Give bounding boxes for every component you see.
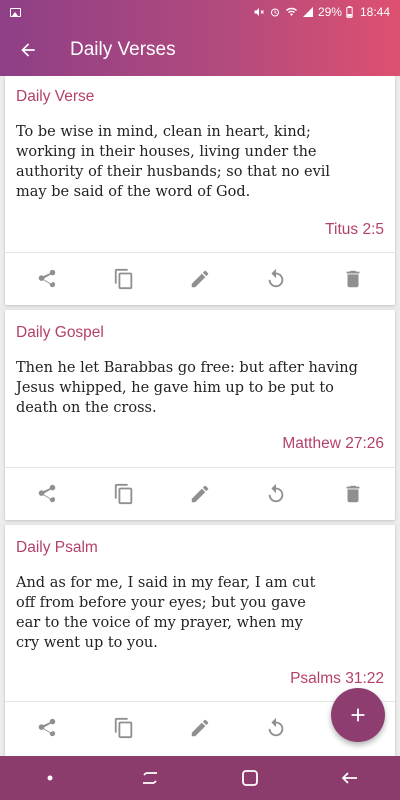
share-icon bbox=[38, 269, 56, 288]
app-bar: Daily Verses bbox=[0, 24, 400, 76]
delete-button[interactable] bbox=[333, 474, 373, 514]
home-icon bbox=[242, 770, 258, 786]
verse-line: To be wise in mind, clean in heart, kind… bbox=[16, 124, 311, 140]
verse-line: death on the cross. bbox=[16, 400, 157, 416]
verse-line: off from before your eyes; but you gave bbox=[16, 595, 306, 611]
recent-apps-icon bbox=[143, 772, 157, 784]
status-bar: 29% 18:44 bbox=[0, 0, 400, 24]
verse-line: authority of their husbands; so that no … bbox=[16, 164, 331, 180]
copy-icon bbox=[114, 268, 132, 290]
verse-reference: Psalms 31:22 bbox=[290, 670, 384, 687]
verse-line: Then he let Barabbas go free: but after … bbox=[16, 360, 358, 376]
signal-icon bbox=[302, 7, 313, 17]
wifi-icon bbox=[285, 7, 297, 16]
share-button[interactable] bbox=[27, 474, 67, 514]
verse-text: And as for me, I said in my fear, I am c… bbox=[16, 573, 376, 653]
card-title: Daily Verse bbox=[16, 88, 95, 105]
nav-dot-button[interactable] bbox=[20, 756, 80, 800]
delete-icon bbox=[346, 270, 360, 288]
card-title: Daily Psalm bbox=[16, 539, 98, 556]
share-icon bbox=[38, 484, 56, 503]
card-actions bbox=[5, 468, 395, 520]
alarm-icon bbox=[270, 8, 279, 17]
edit-icon bbox=[191, 270, 209, 288]
plus-icon bbox=[351, 708, 365, 722]
mute-icon bbox=[254, 8, 264, 16]
verse-line: may be said of the word of God. bbox=[16, 184, 251, 200]
image-notification-icon bbox=[10, 7, 21, 17]
refresh-button[interactable] bbox=[256, 708, 296, 748]
daily-verse-card: Daily Verse To be wise in mind, clean in… bbox=[5, 76, 395, 305]
delete-icon bbox=[346, 485, 360, 503]
refresh-icon bbox=[269, 483, 284, 503]
verse-text: Then he let Barabbas go free: but after … bbox=[16, 358, 376, 418]
page-title: Daily Verses bbox=[70, 39, 176, 60]
daily-gospel-card: Daily Gospel Then he let Barabbas go fre… bbox=[5, 310, 395, 520]
copy-icon bbox=[114, 717, 132, 739]
share-button[interactable] bbox=[27, 259, 67, 299]
clock: 18:44 bbox=[359, 5, 390, 19]
refresh-icon bbox=[269, 268, 284, 288]
verse-list[interactable]: Daily Verse To be wise in mind, clean in… bbox=[0, 76, 400, 756]
share-button[interactable] bbox=[27, 708, 67, 748]
battery-icon bbox=[346, 6, 353, 18]
delete-button[interactable] bbox=[333, 259, 373, 299]
copy-button[interactable] bbox=[104, 259, 144, 299]
verse-line: And as for me, I said in my fear, I am c… bbox=[16, 575, 316, 591]
system-nav-bar bbox=[0, 756, 400, 800]
verse-line: Jesus whipped, he gave him up to be put … bbox=[16, 380, 334, 396]
dot-icon bbox=[47, 775, 53, 781]
copy-button[interactable] bbox=[104, 474, 144, 514]
copy-button[interactable] bbox=[104, 708, 144, 748]
refresh-button[interactable] bbox=[256, 474, 296, 514]
add-fab-button[interactable] bbox=[331, 688, 385, 742]
edit-icon bbox=[191, 485, 209, 503]
refresh-icon bbox=[269, 717, 284, 737]
verse-line: cry went up to you. bbox=[16, 635, 158, 651]
edit-icon bbox=[191, 719, 209, 737]
card-title: Daily Gospel bbox=[16, 324, 104, 341]
back-icon bbox=[341, 772, 357, 784]
verse-reference: Titus 2:5 bbox=[325, 221, 384, 238]
system-back-button[interactable] bbox=[320, 756, 380, 800]
verse-line: ear to the voice of my prayer, when my bbox=[16, 615, 303, 631]
share-icon bbox=[38, 718, 56, 737]
edit-button[interactable] bbox=[180, 259, 220, 299]
verse-line: working in their houses, living under th… bbox=[16, 144, 317, 160]
home-button[interactable] bbox=[220, 756, 280, 800]
verse-reference: Matthew 27:26 bbox=[282, 435, 384, 452]
verse-text: To be wise in mind, clean in heart, kind… bbox=[16, 122, 376, 202]
recent-apps-button[interactable] bbox=[120, 756, 180, 800]
back-button[interactable] bbox=[0, 24, 56, 76]
edit-button[interactable] bbox=[180, 474, 220, 514]
battery-percent: 29% bbox=[317, 5, 342, 19]
card-actions bbox=[5, 253, 395, 305]
refresh-button[interactable] bbox=[256, 259, 296, 299]
arrow-back-icon bbox=[21, 43, 35, 57]
copy-icon bbox=[114, 483, 132, 505]
edit-button[interactable] bbox=[180, 708, 220, 748]
